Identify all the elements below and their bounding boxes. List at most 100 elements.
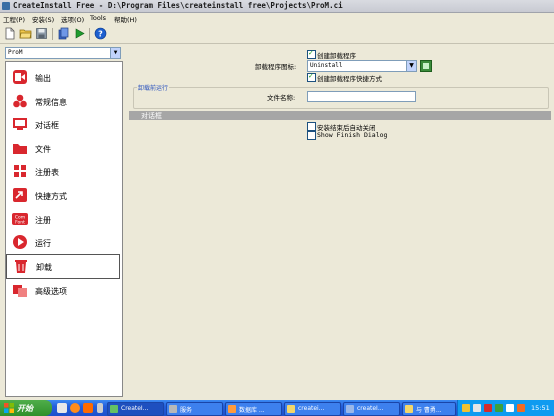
- clock: 15:51: [531, 404, 550, 412]
- task-app-icon: [405, 405, 413, 413]
- nav-item-label: 常规信息: [35, 98, 67, 107]
- quick-launch-media-icon[interactable]: [83, 403, 93, 413]
- browse-icon: [423, 63, 429, 69]
- nav-item-dialogs[interactable]: 对话框: [6, 113, 120, 136]
- task-app-icon: [346, 405, 354, 413]
- task-app-icon: [169, 405, 177, 413]
- nav-item-uninstall[interactable]: 卸载: [6, 254, 120, 279]
- app-icon: [2, 2, 10, 10]
- chevron-down-icon[interactable]: ▼: [406, 61, 416, 71]
- left-panel: ProM ▼ 输出 常规信息 对话框 文件 注册表 快捷方式 Com Font …: [2, 45, 123, 397]
- window-title: CreateInstall Free - D:\Program Files\cr…: [13, 1, 343, 10]
- filename-label: 文件名称:: [267, 94, 296, 102]
- toolbar-separator: [52, 28, 53, 40]
- task-label: createi...: [298, 405, 325, 412]
- nav-item-files[interactable]: 文件: [6, 137, 120, 160]
- build-icon[interactable]: [57, 27, 70, 40]
- task-button[interactable]: createi...: [284, 402, 341, 416]
- taskbar: 开始 CreateI... 服务 数据库 ... createi... crea…: [0, 400, 554, 416]
- uninstall-icon: [13, 258, 29, 274]
- nav-item-label: 卸载: [36, 263, 52, 272]
- chevron-down-icon[interactable]: ▼: [110, 48, 120, 58]
- task-label: createI...: [357, 405, 384, 412]
- task-app-icon: [110, 405, 118, 413]
- project-select-value: ProM: [8, 49, 23, 56]
- project-select[interactable]: ProM ▼: [5, 47, 121, 59]
- create-shortcut-label: 创建卸载程序快捷方式: [317, 75, 382, 83]
- quick-launch-desktop-icon[interactable]: [57, 403, 67, 413]
- nav-item-register[interactable]: Com Font 注册: [6, 208, 120, 231]
- task-button[interactable]: CreateI...: [107, 402, 164, 416]
- nav-item-label: 运行: [35, 239, 51, 248]
- dialogs-section-header: 对话框: [129, 111, 551, 120]
- registry-icon: [12, 163, 28, 179]
- nav-item-run[interactable]: 运行: [6, 231, 120, 254]
- task-button[interactable]: 数据库 ...: [225, 402, 282, 416]
- title-bar[interactable]: CreateInstall Free - D:\Program Files\cr…: [0, 0, 554, 13]
- task-button[interactable]: 与 曹勇...: [402, 402, 456, 416]
- toolbar-separator: [89, 28, 90, 40]
- menu-options[interactable]: 选项(O): [61, 14, 84, 24]
- new-file-icon[interactable]: [3, 27, 16, 40]
- windows-logo-icon: [4, 403, 14, 413]
- tray-volume-icon[interactable]: [506, 404, 514, 412]
- help-icon[interactable]: ?: [94, 27, 107, 40]
- output-icon: [12, 69, 28, 85]
- task-label: 服务: [180, 407, 193, 414]
- nav-item-label: 高级选项: [35, 287, 67, 296]
- shortcut-icon: [12, 187, 28, 203]
- menu-help[interactable]: 帮助(H): [114, 14, 137, 24]
- app-window: CreateInstall Free - D:\Program Files\cr…: [0, 0, 554, 400]
- quick-launch-firefox-icon[interactable]: [70, 403, 80, 413]
- toolbar: ?: [0, 25, 554, 44]
- nav-item-label: 注册表: [35, 168, 59, 177]
- section-nav: 输出 常规信息 对话框 文件 注册表 快捷方式 Com Font 注册 运行 卸…: [5, 61, 123, 397]
- menu-tools[interactable]: Tools: [90, 14, 106, 22]
- tray-app-icon[interactable]: [495, 404, 503, 412]
- uninstall-icon-select[interactable]: Uninstall ▼: [307, 60, 417, 72]
- general-info-icon: [12, 93, 28, 109]
- uninstall-settings-panel: 创建卸载程序 卸载程序图标: Uninstall ▼ 创建卸载程序快捷方式 卸载…: [129, 45, 551, 397]
- menu-setup[interactable]: 安装(S): [32, 14, 54, 24]
- tray-network-icon[interactable]: [473, 404, 481, 412]
- svg-text:Font: Font: [15, 220, 25, 226]
- nav-item-advanced[interactable]: 高级选项: [6, 279, 120, 302]
- run-icon[interactable]: [73, 27, 86, 40]
- task-app-icon: [287, 405, 295, 413]
- auto-close-checkbox[interactable]: [307, 122, 316, 131]
- dialog-icon: [12, 116, 28, 132]
- task-button[interactable]: createI...: [343, 402, 400, 416]
- open-folder-icon[interactable]: [19, 27, 32, 40]
- show-finish-checkbox[interactable]: [307, 131, 316, 140]
- create-uninstaller-checkbox[interactable]: [307, 49, 316, 59]
- tray-ime-icon[interactable]: [517, 404, 525, 412]
- uninstall-icon-label: 卸载程序图标:: [255, 63, 297, 71]
- nav-item-registry[interactable]: 注册表: [6, 160, 120, 183]
- browse-icon-button[interactable]: [420, 60, 432, 72]
- nav-item-general-info[interactable]: 常规信息: [6, 90, 120, 113]
- start-button[interactable]: 开始: [0, 400, 52, 416]
- run-icon: [12, 234, 28, 250]
- system-tray: 15:51: [457, 400, 554, 416]
- com-font-icon: Com Font: [12, 211, 28, 227]
- filename-input[interactable]: [307, 91, 416, 102]
- quick-launch-more-icon[interactable]: [97, 403, 103, 413]
- advanced-icon: [12, 282, 28, 298]
- start-label: 开始: [17, 404, 33, 413]
- create-shortcut-checkbox[interactable]: [307, 72, 316, 82]
- create-uninstaller-label: 创建卸载程序: [317, 52, 356, 60]
- save-disk-icon[interactable]: [35, 27, 48, 40]
- show-finish-label: Show Finish Dialog: [317, 131, 388, 139]
- nav-item-output[interactable]: 输出: [6, 66, 120, 89]
- tray-notify-icon[interactable]: [462, 404, 470, 412]
- nav-item-label: 快捷方式: [35, 192, 67, 201]
- uninstall-icon-value: Uninstall: [310, 62, 343, 69]
- task-label: 与 曹勇...: [416, 407, 442, 414]
- menu-project[interactable]: 工程(P): [3, 14, 25, 24]
- nav-item-shortcuts[interactable]: 快捷方式: [6, 184, 120, 207]
- tray-antivirus-icon[interactable]: [484, 404, 492, 412]
- task-label: 数据库 ...: [239, 407, 265, 414]
- task-button[interactable]: 服务: [166, 402, 223, 416]
- before-run-group-title: 卸载前运行: [137, 83, 170, 92]
- nav-item-label: 注册: [35, 216, 51, 225]
